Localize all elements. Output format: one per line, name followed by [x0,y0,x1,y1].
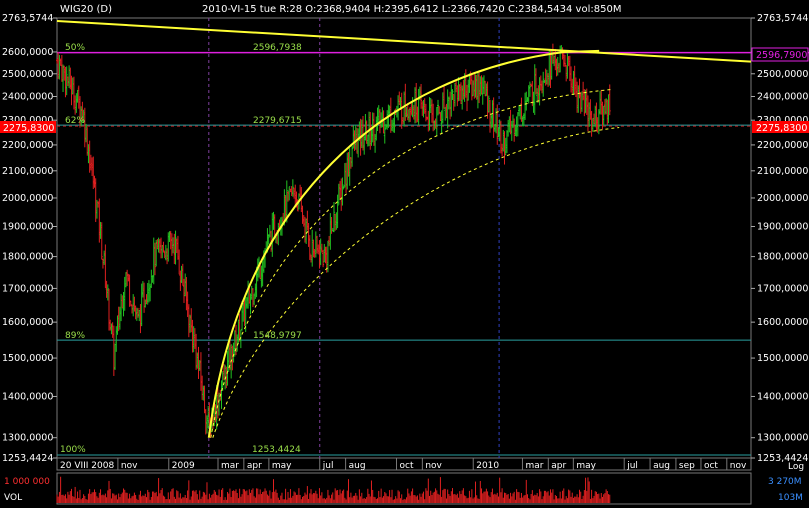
y-tick-label-left: 2100,0000 [2,166,53,177]
top-level-label: 2596,7900 [756,50,807,61]
y-tick-label-right: 1400,0000 [757,391,808,402]
y-tick-label-left: 1300,0000 [2,433,53,444]
symbol-label: WIG20 (D) [60,4,112,15]
current-price-left: 2275,8300 [3,123,54,134]
scale-label: Log [788,462,804,472]
y-tick-label-left: 2000,0000 [2,193,53,204]
y-tick-label-right: 2763,5744 [757,13,808,24]
fib-mid-pct: 62% [65,116,85,126]
y-tick-label-left: 1600,0000 [2,317,53,328]
y-tick-label-right: 2200,0000 [757,140,808,151]
fib-low-value: 1548,9797 [253,331,302,341]
ohlc-readout: 2010-VI-15 tue R:28 O:2368,9404 H:2395,6… [202,4,621,15]
x-tick-label: may [576,461,596,471]
y-tick-label-right: 2100,0000 [757,166,808,177]
y-tick-label-left: 1800,0000 [2,252,53,263]
current-price-right: 2275,8300 [756,123,807,134]
x-tick-label: oct [704,461,718,471]
x-tick-label: 2010 [476,461,499,471]
fib-top-pct: 50% [65,43,85,53]
x-tick-label: 2009 [172,461,195,471]
volume-max-label: 1 000 000 [4,477,50,487]
y-tick-label-right: 1900,0000 [757,222,808,233]
y-tick-label-right: 2500,0000 [757,69,808,80]
y-tick-label-left: 1500,0000 [2,353,53,364]
fib-bottom-pct: 100% [60,445,86,455]
y-tick-label-right: 2000,0000 [757,193,808,204]
y-tick-label-left: 2763,5744 [2,13,53,24]
x-tick-label: mar [221,461,239,471]
y-tick-label-left: 2500,0000 [2,69,53,80]
y-tick-label-left: 2600,0000 [2,47,53,58]
x-tick-label: nov [121,461,138,471]
x-tick-label: nov [730,461,747,471]
y-tick-label-left: 1900,0000 [2,222,53,233]
fib-top-value: 2596,7938 [253,43,302,53]
x-tick-label: sep [679,461,695,471]
y-tick-label-right: 1600,0000 [757,317,808,328]
volume-right-top: 3 270M [768,477,802,487]
x-tick-label: oct [399,461,413,471]
volume-title: VOL [4,493,22,503]
y-tick-label-left: 2200,0000 [2,140,53,151]
y-tick-label-right: 2400,0000 [757,92,808,103]
volume-right-bottom: 103M [778,493,803,503]
chart-canvas: 2763,57442763,57442600,00002600,00002500… [0,0,809,508]
y-tick-label-right: 1700,0000 [757,283,808,294]
x-tick-label: apr [247,461,262,471]
x-tick-label: jul [322,461,334,471]
fib-bottom-value: 1253,4424 [252,445,301,455]
x-tick-label: may [272,461,292,471]
x-tick-label: aug [653,461,670,471]
x-tick-label: mar [525,461,543,471]
y-tick-label-left: 1700,0000 [2,283,53,294]
x-tick-label: aug [349,461,366,471]
y-tick-label-left: 1400,0000 [2,391,53,402]
fib-mid-value: 2279,6715 [253,116,302,126]
y-tick-label-left: 2400,0000 [2,92,53,103]
fib-low-pct: 89% [65,331,85,341]
x-tick-label: 20 VIII 2008 [60,461,114,471]
x-tick-label: apr [551,461,566,471]
y-tick-label-right: 1800,0000 [757,252,808,263]
y-tick-label-left: 1253,4424 [2,453,53,464]
x-tick-label: jul [626,461,638,471]
x-tick-label: nov [425,461,442,471]
y-tick-label-right: 1300,0000 [757,433,808,444]
y-tick-label-right: 1500,0000 [757,353,808,364]
